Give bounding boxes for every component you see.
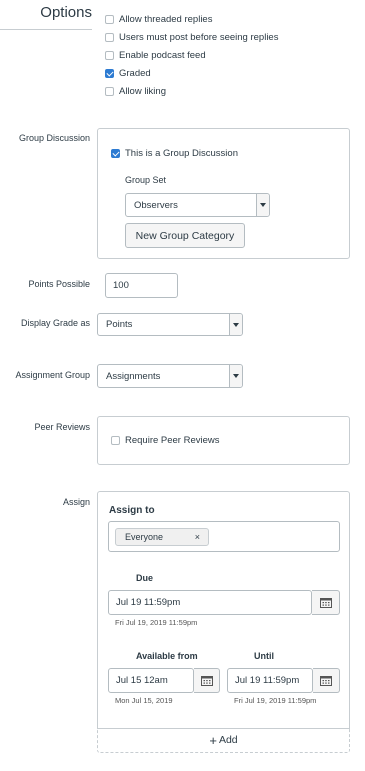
peer-reviews-label: Peer Reviews xyxy=(34,422,90,432)
checkbox-box[interactable] xyxy=(111,436,120,445)
checkbox-users-must-post[interactable]: Users must post before seeing replies xyxy=(105,32,278,43)
group-set-value: Observers xyxy=(134,199,178,211)
new-group-category-button[interactable]: New Group Category xyxy=(125,223,245,248)
assignment-group-select[interactable]: Assignments xyxy=(97,364,243,388)
display-grade-select[interactable]: Points xyxy=(97,313,243,336)
chevron-down-icon xyxy=(256,194,269,216)
chevron-down-icon xyxy=(229,365,242,387)
checkbox-box[interactable] xyxy=(105,69,114,78)
checkbox-allow-liking[interactable]: Allow liking xyxy=(105,86,166,97)
until-label: Until xyxy=(254,651,274,661)
calendar-icon xyxy=(200,676,213,686)
group-discussion-label: Group Discussion xyxy=(18,133,90,143)
group-set-label: Group Set xyxy=(125,175,167,185)
assign-to-input[interactable]: Everyone × xyxy=(108,521,340,552)
due-label: Due xyxy=(136,573,154,583)
remove-icon[interactable]: × xyxy=(195,532,200,542)
checkbox-box[interactable] xyxy=(105,33,114,42)
due-date-input[interactable]: Jul 19 11:59pm xyxy=(108,590,312,615)
group-discussion-panel: This is a Group Discussion Group Set Obs… xyxy=(97,128,350,259)
checkbox-label: Users must post before seeing replies xyxy=(119,32,279,43)
peer-reviews-panel: Require Peer Reviews xyxy=(97,416,350,465)
checkbox-graded[interactable]: Graded xyxy=(105,68,151,79)
until-input[interactable]: Jul 19 11:59pm xyxy=(227,668,313,693)
display-grade-label: Display Grade as xyxy=(20,318,90,328)
group-set-select[interactable]: Observers xyxy=(125,193,270,217)
available-from-hint: Mon Jul 15, 2019 xyxy=(115,696,173,705)
checkbox-label: Graded xyxy=(119,68,151,79)
checkbox-label: This is a Group Discussion xyxy=(125,148,238,159)
due-date-hint: Fri Jul 19, 2019 11:59pm xyxy=(115,618,198,627)
assign-to-label: Assign to xyxy=(109,505,155,516)
add-label: Add xyxy=(218,734,238,746)
display-grade-value: Points xyxy=(106,319,133,330)
calendar-icon xyxy=(320,676,332,686)
available-from-label: Available from xyxy=(136,651,198,661)
options-heading: Options xyxy=(40,4,92,21)
checkbox-label: Allow threaded replies xyxy=(119,14,213,25)
checkbox-label: Allow liking xyxy=(119,86,166,97)
available-from-calendar-button[interactable] xyxy=(194,668,220,693)
checkbox-box[interactable] xyxy=(111,149,120,158)
assignee-token: Everyone × xyxy=(115,528,209,546)
add-assignment-button[interactable]: + Add xyxy=(97,728,350,753)
available-from-input[interactable]: Jul 15 12am xyxy=(108,668,194,693)
assignment-group-value: Assignments xyxy=(106,370,161,382)
checkbox-group-discussion[interactable]: This is a Group Discussion xyxy=(111,148,238,159)
checkbox-label: Require Peer Reviews xyxy=(125,435,220,446)
checkbox-allow-threaded-replies[interactable]: Allow threaded replies xyxy=(105,14,212,25)
assign-card: Assign to Everyone × Due Jul 19 11:59pm … xyxy=(97,491,350,729)
calendar-icon xyxy=(319,598,332,608)
assignment-group-label: Assignment Group xyxy=(15,370,90,380)
until-hint: Fri Jul 19, 2019 11:59pm xyxy=(234,696,317,705)
points-possible-label: Points Possible xyxy=(28,279,90,289)
chevron-down-icon xyxy=(229,314,242,335)
checkbox-require-peer-reviews[interactable]: Require Peer Reviews xyxy=(111,435,220,446)
due-calendar-button[interactable] xyxy=(312,590,340,615)
plus-icon: + xyxy=(209,732,217,748)
checkbox-enable-podcast-feed[interactable]: Enable podcast feed xyxy=(105,50,206,61)
options-divider xyxy=(0,29,92,30)
token-label: Everyone xyxy=(125,532,164,542)
checkbox-box[interactable] xyxy=(105,15,114,24)
checkbox-label: Enable podcast feed xyxy=(119,50,206,61)
checkbox-box[interactable] xyxy=(105,87,114,96)
points-possible-input[interactable]: 100 xyxy=(105,273,178,298)
checkbox-box[interactable] xyxy=(105,51,114,60)
until-calendar-button[interactable] xyxy=(313,668,340,693)
assign-label: Assign xyxy=(62,497,90,507)
